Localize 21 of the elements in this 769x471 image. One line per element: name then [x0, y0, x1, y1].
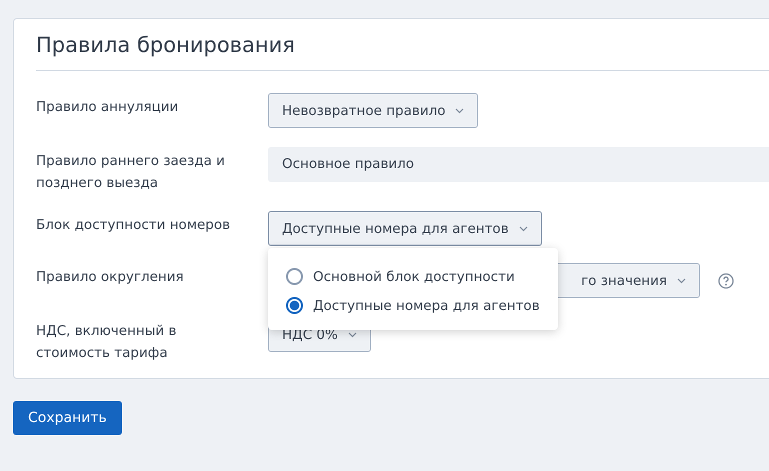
menu-option[interactable]: Доступные номера для агентов — [286, 291, 540, 320]
readonly-field: Основное правило — [268, 147, 769, 182]
help-icon[interactable] — [718, 272, 734, 288]
field-label: Блок доступности номеров — [36, 216, 232, 235]
radio-button[interactable] — [286, 268, 303, 285]
field-label: Правило округления — [36, 268, 185, 287]
field-label: НДС, включенный в стоимость тарифа — [36, 322, 178, 363]
caret-icon — [677, 278, 686, 284]
option-label: Основной блок доступности — [313, 268, 515, 284]
dropdown[interactable]: Доступные номера для агентов — [268, 211, 542, 246]
caret-icon — [455, 108, 464, 114]
menu-option[interactable]: Основной блок доступности — [286, 262, 540, 291]
caret-icon — [518, 226, 528, 232]
field-label: Правило раннего заезда и позднего выезда — [36, 152, 226, 193]
option-label: Доступные номера для агентов — [313, 298, 540, 314]
dropdown[interactable]: Невозвратное правило — [268, 93, 478, 128]
caret-icon — [348, 332, 357, 338]
field-label: Правило аннуляции — [36, 98, 180, 117]
save-button[interactable]: Сохранить — [13, 401, 122, 435]
radio-button[interactable] — [286, 297, 303, 314]
section-title: Правила бронирования — [36, 33, 296, 57]
